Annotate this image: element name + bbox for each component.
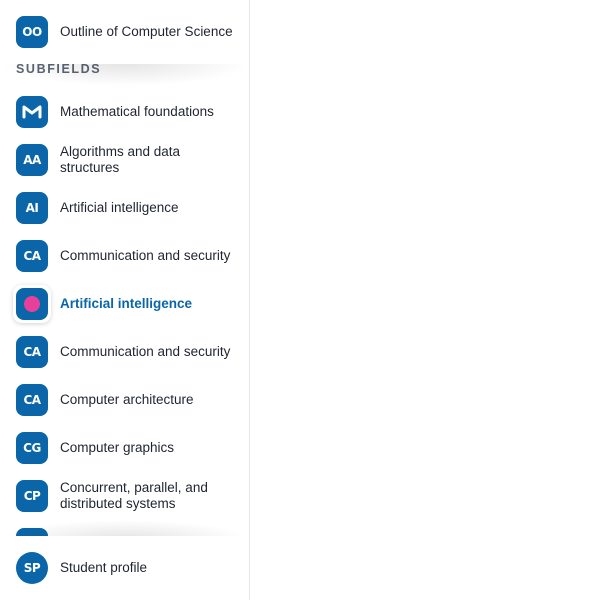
student-profile-label: Student profile: [60, 560, 148, 575]
sidebar-item-communication-and-security[interactable]: CA Communication and security: [0, 232, 249, 280]
main-content-area: [250, 0, 600, 600]
sidebar-footer: SP Student profile: [0, 536, 249, 600]
sidebar-item-artificial-intelligence-active[interactable]: Artificial intelligence: [0, 280, 249, 328]
sidebar-item-artificial-intelligence[interactable]: AI Artificial intelligence: [0, 184, 249, 232]
sidebar: OO Outline of Computer Science SUBFIELDS…: [0, 0, 250, 600]
student-profile-link[interactable]: SP Student profile: [0, 544, 249, 592]
section-label-subfields: SUBFIELDS: [16, 62, 102, 76]
partial-next-item-icon[interactable]: [16, 528, 48, 536]
outline-link[interactable]: OO Outline of Computer Science: [0, 8, 249, 56]
active-dot-icon: [16, 288, 48, 320]
sidebar-item-communication-and-security-2[interactable]: CA Communication and security: [0, 328, 249, 376]
sidebar-item-label: Communication and security: [60, 344, 231, 359]
sidebar-item-label: Concurrent, parallel, and distributed sy…: [60, 480, 208, 511]
pink-dot-icon: [24, 296, 40, 312]
student-profile-avatar-icon: SP: [16, 552, 48, 584]
sidebar-item-computer-graphics[interactable]: CG Computer graphics: [0, 424, 249, 472]
outline-label: Outline of Computer Science: [60, 24, 233, 39]
sidebar-item-label: Computer architecture: [60, 392, 194, 407]
sidebar-item-algorithms-and-data-structures[interactable]: AA Algorithms and data structures: [0, 136, 249, 184]
sidebar-item-computer-architecture[interactable]: CA Computer architecture: [0, 376, 249, 424]
mathematical-foundations-icon: [16, 96, 48, 128]
sidebar-item-label: Mathematical foundations: [60, 104, 214, 119]
sidebar-item-label: Communication and security: [60, 248, 231, 263]
sidebar-item-label: Computer graphics: [60, 440, 175, 455]
sidebar-item-mathematical-foundations[interactable]: Mathematical foundations: [0, 88, 249, 136]
concurrent-parallel-distributed-icon: CP: [16, 480, 48, 512]
sidebar-item-label-active: Artificial intelligence: [60, 296, 193, 311]
communication-and-security-icon: CA: [16, 240, 48, 272]
communication-and-security-icon: CA: [16, 336, 48, 368]
outline-icon: OO: [16, 16, 48, 48]
artificial-intelligence-icon: AI: [16, 192, 48, 224]
computer-graphics-icon: CG: [16, 432, 48, 464]
algorithms-and-data-structures-icon: AA: [16, 144, 48, 176]
sidebar-item-label: Algorithms and data structures: [60, 144, 181, 175]
sidebar-item-concurrent-parallel-distributed[interactable]: CP Concurrent, parallel, and distributed…: [0, 472, 249, 520]
sidebar-item-label: Artificial intelligence: [60, 200, 179, 215]
computer-architecture-icon: CA: [16, 384, 48, 416]
